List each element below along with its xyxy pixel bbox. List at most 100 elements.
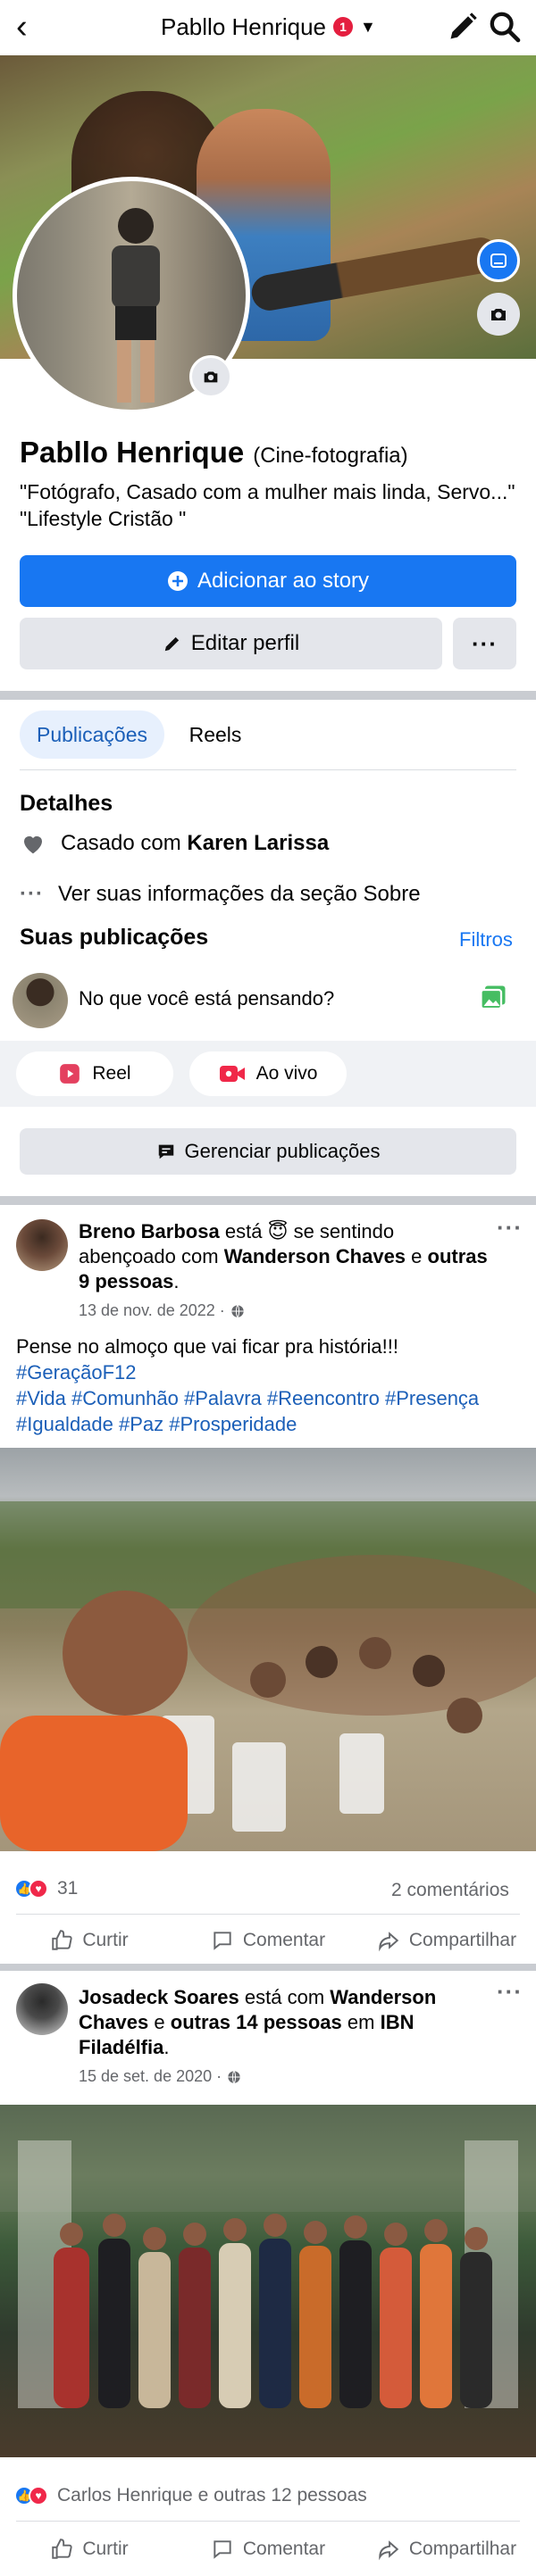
search-icon[interactable] xyxy=(487,9,523,45)
share-icon xyxy=(379,1932,399,1952)
avatar-frame-icon[interactable] xyxy=(477,239,520,282)
live-label: Ao vivo xyxy=(255,1063,318,1084)
post-tagged-user[interactable]: Wanderson Chaves xyxy=(224,1245,406,1267)
post-date[interactable]: 13 de nov. de 2022 · xyxy=(79,1301,225,1320)
heart-icon: ♥ xyxy=(29,2486,48,2505)
share-icon xyxy=(379,2540,399,2561)
manage-posts-button[interactable]: Gerenciar publicações xyxy=(20,1128,516,1175)
post-action-bar: Curtir Comentar Compartilhar xyxy=(0,1917,536,1964)
tab-reels[interactable]: Reels xyxy=(175,710,255,759)
post-hashtags[interactable]: #Igualdade #Paz #Prosperidade xyxy=(16,1411,520,1437)
globe-icon xyxy=(228,2070,240,2083)
reel-button[interactable]: Reel xyxy=(16,1051,173,1096)
notification-badge: 1 xyxy=(333,17,354,37)
dots-icon: ··· xyxy=(20,882,44,906)
header-title: Pabllo Henrique xyxy=(161,12,327,40)
pencil-icon[interactable] xyxy=(447,11,479,43)
like-label: Curtir xyxy=(82,1930,129,1950)
profile-person xyxy=(112,208,160,403)
post-date[interactable]: 15 de set. de 2020 · xyxy=(79,2067,222,2086)
post-photo[interactable] xyxy=(0,2105,536,2457)
filters-link[interactable]: Filtros xyxy=(459,928,513,951)
add-story-button[interactable]: Adicionar ao story xyxy=(20,555,516,607)
avatar[interactable] xyxy=(16,1219,68,1271)
camera-icon[interactable] xyxy=(189,355,232,398)
comment-icon xyxy=(214,1932,231,1950)
reel-label: Reel xyxy=(92,1063,131,1084)
comment-label: Comentar xyxy=(242,2539,326,2559)
camera-icon[interactable] xyxy=(477,293,520,336)
post-verb: está com xyxy=(244,1986,325,2008)
post-connector: e xyxy=(154,2011,165,2033)
post-photo[interactable] xyxy=(0,1448,536,1851)
tab-publicacoes[interactable]: Publicações xyxy=(20,710,164,759)
share-button[interactable]: Compartilhar xyxy=(357,2526,536,2572)
post-action-bar: Curtir Comentar Compartilhar xyxy=(0,2526,536,2572)
divider xyxy=(20,769,516,770)
edit-profile-button[interactable]: Editar perfil xyxy=(20,618,442,669)
profile-name-row: Pabllo Henrique (Cine-fotografia) xyxy=(20,436,408,469)
post-reactions[interactable]: 👍 ♥ Carlos Henrique e outras 12 pessoas xyxy=(14,2485,367,2506)
profile-name: Pabllo Henrique xyxy=(20,436,245,469)
reaction-icons: 👍 ♥ xyxy=(14,2486,48,2505)
heart-icon xyxy=(24,835,42,854)
reaction-icons: 👍 ♥ xyxy=(14,1879,48,1899)
post-hashtags[interactable]: #Vida #Comunhão #Palavra #Reencontro #Pr… xyxy=(16,1385,520,1411)
comment-label: Comentar xyxy=(242,1930,326,1950)
heart-icon: ♥ xyxy=(29,1879,48,1899)
photo-icon[interactable] xyxy=(477,982,509,1014)
avatar[interactable] xyxy=(13,973,68,1028)
globe-icon xyxy=(231,1304,244,1317)
post-author[interactable]: Breno Barbosa xyxy=(79,1220,220,1242)
post-header: Breno Barbosa está 😇 se sentindo abençoa… xyxy=(79,1219,490,1294)
caret-down-icon[interactable]: ▼ xyxy=(360,18,376,37)
comments-count[interactable]: 2 comentários xyxy=(391,1880,509,1901)
live-button[interactable]: Ao vivo xyxy=(189,1051,347,1096)
post-hashtags[interactable]: #GeraçãoF12 xyxy=(16,1359,520,1385)
posts-section-title: Suas publicações xyxy=(20,925,209,950)
about-row[interactable]: ··· Ver suas informações da seção Sobre xyxy=(20,882,421,907)
section-divider xyxy=(0,1196,536,1205)
post-place-prefix: em xyxy=(347,2011,375,2033)
avatar[interactable] xyxy=(16,1983,68,2035)
post-header: Josadeck Soares está com Wanderson Chave… xyxy=(79,1985,490,2060)
post-tagged-others[interactable]: outras 14 pessoas xyxy=(171,2011,342,2033)
comment-icon xyxy=(214,2540,231,2559)
post-suffix: . xyxy=(173,1270,180,1292)
like-button[interactable]: Curtir xyxy=(0,2526,179,2572)
manage-posts-label: Gerenciar publicações xyxy=(184,1140,381,1162)
comment-button[interactable]: Comentar xyxy=(179,1917,357,1964)
post-options-button[interactable]: ··· xyxy=(497,1978,523,2006)
share-label: Compartilhar xyxy=(408,1930,517,1950)
section-divider xyxy=(0,691,536,700)
relationship-row: Casado com Karen Larissa xyxy=(20,830,329,857)
profile-name-header[interactable]: Pabllo Henrique 1 ▼ xyxy=(161,9,376,45)
relationship-name[interactable]: Karen Larissa xyxy=(187,831,329,855)
comment-button[interactable]: Comentar xyxy=(179,2526,357,2572)
about-label: Ver suas informações da seção Sobre xyxy=(57,882,421,906)
edit-profile-label: Editar perfil xyxy=(190,631,300,655)
back-arrow-icon[interactable]: ‹ xyxy=(16,9,28,45)
add-story-label: Adicionar ao story xyxy=(197,569,370,593)
like-button[interactable]: Curtir xyxy=(0,1917,179,1964)
post-suffix: . xyxy=(163,2036,170,2058)
reel-icon xyxy=(60,1064,80,1084)
reactions-text: Carlos Henrique e outras 12 pessoas xyxy=(57,2485,367,2505)
live-video-icon xyxy=(219,1066,245,1082)
post-body: Pense no almoço que vai ficar pra histór… xyxy=(16,1335,399,1358)
composer-input[interactable]: No que você está pensando? xyxy=(79,987,334,1010)
plus-circle-icon xyxy=(167,571,188,591)
more-options-button[interactable]: ··· xyxy=(453,618,516,669)
post-photo-scene xyxy=(0,1501,536,1851)
post-author[interactable]: Josadeck Soares xyxy=(79,1986,239,2008)
like-icon xyxy=(52,2539,72,2559)
manage-posts-icon xyxy=(158,1144,173,1159)
post-options-button[interactable]: ··· xyxy=(497,1214,523,1242)
post-photo-scene xyxy=(0,2105,536,2408)
post-date-row: 13 de nov. de 2022 · xyxy=(79,1301,245,1320)
divider xyxy=(16,1914,520,1915)
top-bar: ‹ Pabllo Henrique 1 ▼ xyxy=(0,0,536,55)
post-date-row: 15 de set. de 2020 · xyxy=(79,2067,241,2086)
post-reactions[interactable]: 👍 ♥ 31 xyxy=(14,1878,78,1899)
share-button[interactable]: Compartilhar xyxy=(357,1917,536,1964)
